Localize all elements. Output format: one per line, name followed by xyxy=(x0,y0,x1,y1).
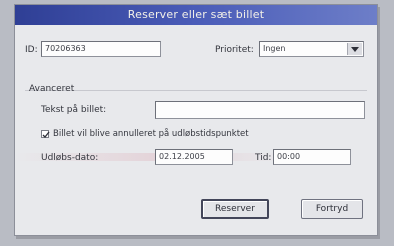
dialog-title: Reserver eller sæt billet xyxy=(127,8,265,21)
ticket-text-label: Tekst på billet: xyxy=(41,105,107,115)
ticket-text-input[interactable] xyxy=(155,101,365,119)
id-field[interactable]: 70206363 xyxy=(41,41,161,57)
expiry-date-input[interactable]: 02.12.2005 xyxy=(155,149,233,165)
cancel-on-expiry-label: Billet vil blive annulleret på udløbstid… xyxy=(53,129,249,139)
time-input[interactable]: 00:00 xyxy=(273,149,351,165)
cancel-button[interactable]: Fortryd xyxy=(301,199,363,219)
checkmark-icon xyxy=(42,131,50,138)
expiry-date-value: 02.12.2005 xyxy=(159,152,205,161)
id-label: ID: xyxy=(25,45,38,55)
expiry-date-label: Udløbs-dato: xyxy=(41,153,99,163)
reserve-button[interactable]: Reserver xyxy=(201,199,269,219)
advanced-heading: Avanceret xyxy=(29,84,75,94)
cancel-on-expiry-checkbox[interactable] xyxy=(41,130,50,138)
priority-label: Prioritet: xyxy=(215,45,254,55)
dialog-titlebar[interactable]: Reserver eller sæt billet xyxy=(15,5,377,25)
chevron-down-icon[interactable] xyxy=(347,43,362,55)
priority-select[interactable]: Ingen xyxy=(259,41,364,57)
priority-value: Ingen xyxy=(263,44,286,53)
time-value: 00:00 xyxy=(277,152,301,161)
time-label: Tid: xyxy=(255,153,272,163)
id-value: 70206363 xyxy=(45,44,86,53)
reserve-ticket-dialog: Reserver eller sæt billet ID: 70206363 P… xyxy=(14,4,378,236)
